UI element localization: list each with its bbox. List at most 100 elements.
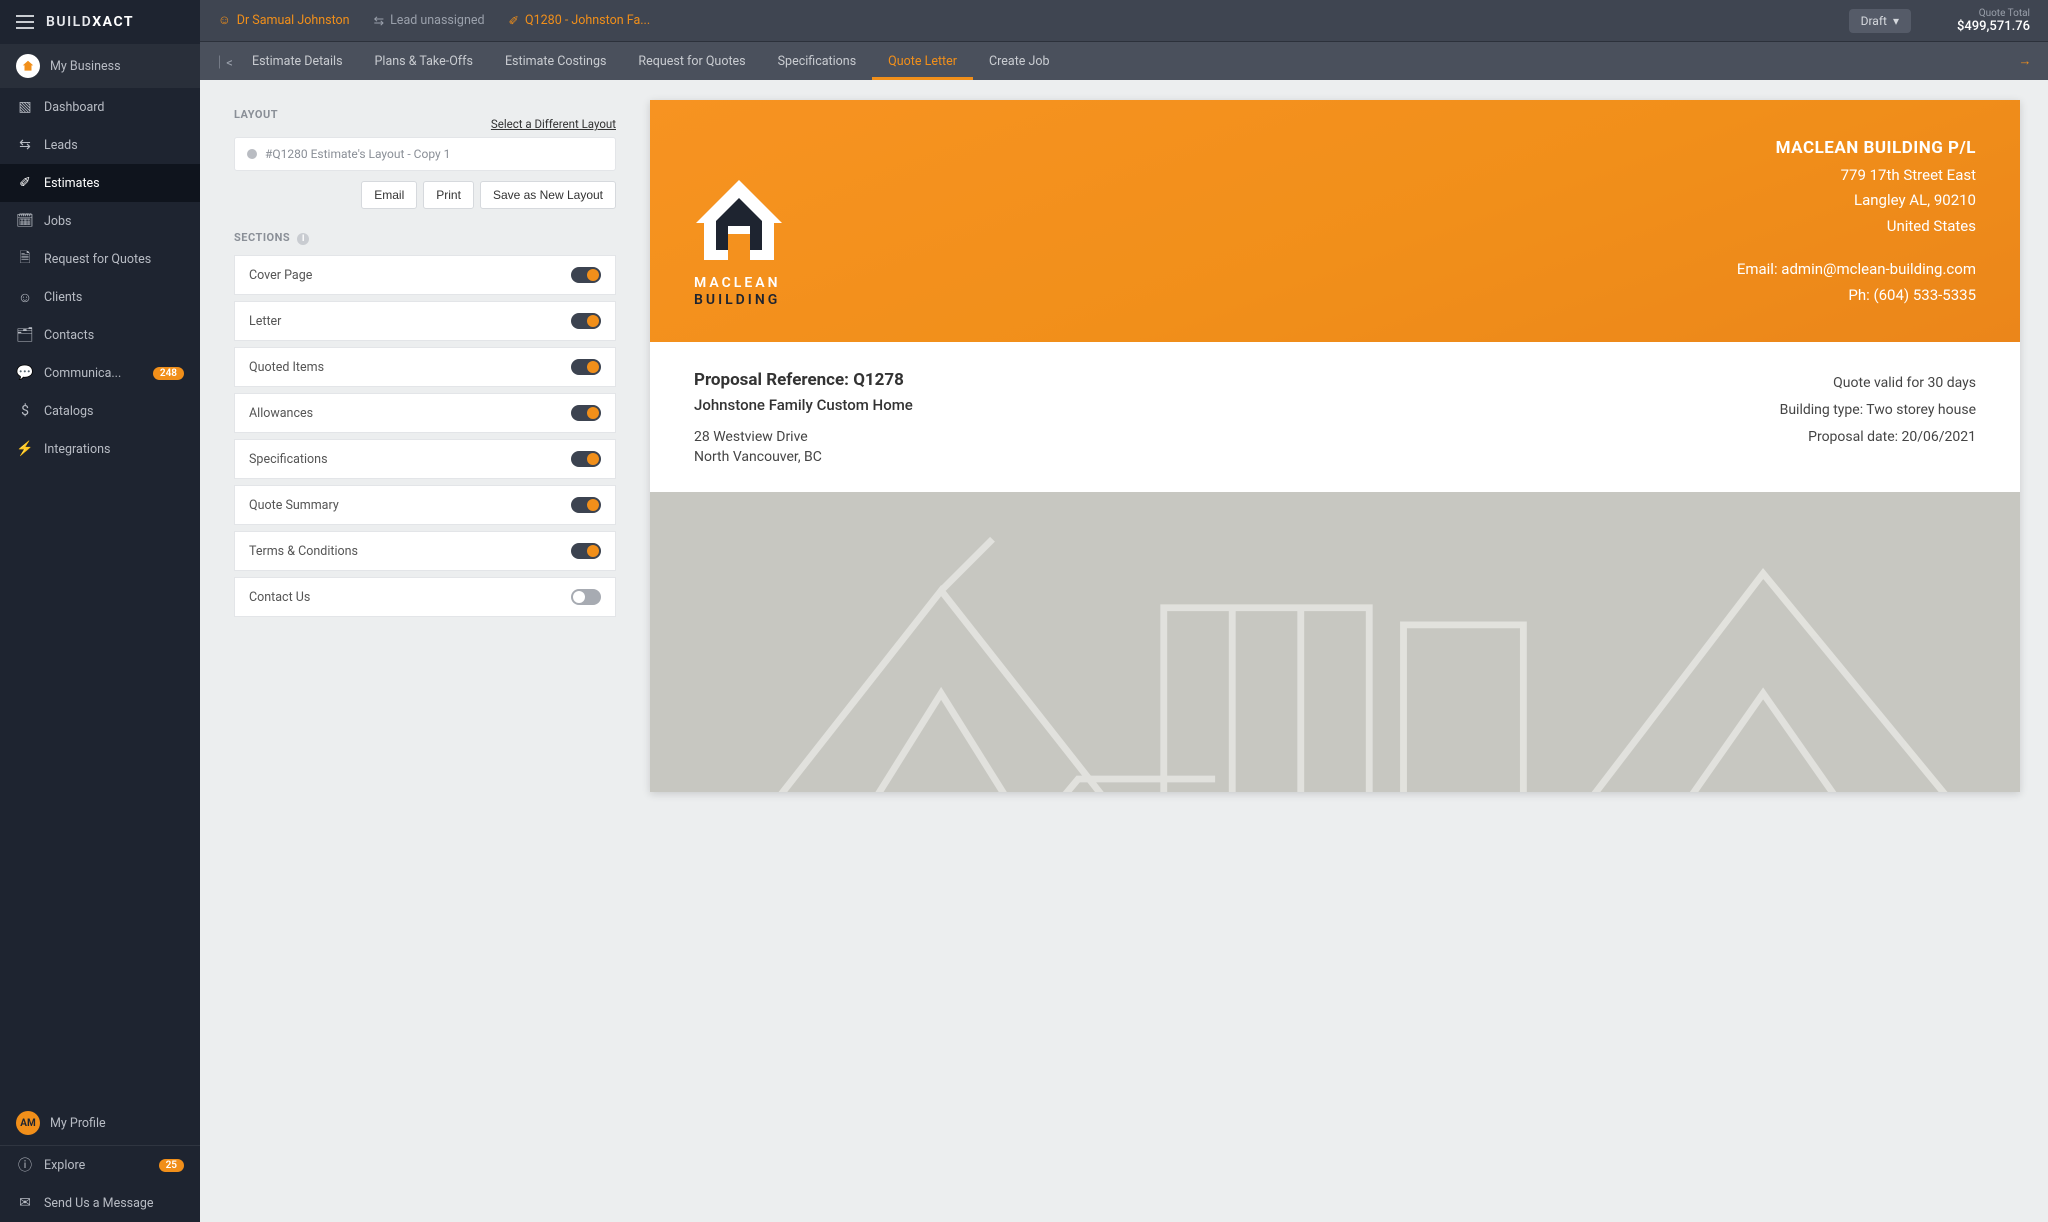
section-row[interactable]: Specifications — [234, 439, 616, 479]
tab-estimate-costings[interactable]: Estimate Costings — [489, 42, 622, 80]
section-toggle[interactable] — [571, 405, 601, 421]
section-row[interactable]: Quote Summary — [234, 485, 616, 525]
section-toggle[interactable] — [571, 589, 601, 605]
section-row[interactable]: Contact Us — [234, 577, 616, 617]
sidebar-header: BUILDXACT — [0, 0, 200, 44]
profile-avatar: AM — [16, 1111, 40, 1135]
rfq-icon: 🗎 — [16, 250, 34, 268]
section-label: Letter — [249, 314, 281, 329]
sidebar-item-label: Send Us a Message — [44, 1196, 154, 1211]
section-label: Specifications — [249, 452, 328, 467]
sidebar-item-label: Contacts — [44, 328, 94, 343]
section-toggle[interactable] — [571, 497, 601, 513]
select-different-layout-link[interactable]: Select a Different Layout — [491, 117, 616, 131]
tabstrip: ｜< Estimate Details Plans & Take-Offs Es… — [200, 42, 2048, 80]
tab-create-job[interactable]: Create Job — [973, 42, 1066, 80]
sidebar-item-label: Clients — [44, 290, 82, 305]
section-label: Terms & Conditions — [249, 544, 358, 559]
crumb-label: Dr Samual Johnston — [237, 13, 350, 28]
sidebar-item-label: My Profile — [50, 1116, 106, 1131]
layout-heading: LAYOUT — [234, 108, 278, 121]
crumb-estimate[interactable]: ✐ Q1280 - Johnston Fa... — [509, 13, 651, 29]
tab-estimate-details[interactable]: Estimate Details — [236, 42, 359, 80]
company-name: MACLEAN BUILDING P/L — [1737, 134, 1976, 163]
section-label: Contact Us — [249, 590, 310, 605]
tab-rfq[interactable]: Request for Quotes — [622, 42, 761, 80]
sidebar-item-rfq[interactable]: 🗎 Request for Quotes — [0, 240, 200, 278]
proposal-meta: Proposal Reference: Q1278 Johnstone Fami… — [650, 342, 2020, 491]
section-label: Quote Summary — [249, 498, 339, 513]
estimates-icon: ✐ — [16, 174, 34, 192]
section-row[interactable]: Letter — [234, 301, 616, 341]
crumb-lead[interactable]: ⇆ Lead unassigned — [374, 13, 485, 29]
sidebar-item-label: Request for Quotes — [44, 252, 151, 267]
save-layout-button[interactable]: Save as New Layout — [480, 181, 616, 209]
sidebar-item-label: Explore — [44, 1158, 85, 1173]
email-button[interactable]: Email — [361, 181, 417, 209]
section-row[interactable]: Quoted Items — [234, 347, 616, 387]
print-button[interactable]: Print — [423, 181, 474, 209]
house-icon — [16, 54, 40, 78]
sidebar-item-leads[interactable]: ⇆ Leads — [0, 126, 200, 164]
sections-heading-text: SECTIONS — [234, 231, 290, 244]
sidebar-item-explore[interactable]: ⓘ Explore 25 — [0, 1146, 200, 1184]
sidebar: BUILDXACT My Business ▧ Dashboard ⇆ Lead… — [0, 0, 200, 1222]
sidebar-item-profile[interactable]: AM My Profile — [0, 1101, 200, 1145]
sidebar-item-message[interactable]: ✉ Send Us a Message — [0, 1184, 200, 1222]
sidebar-item-label: Dashboard — [44, 100, 104, 115]
quote-total: Quote Total $499,571.76 — [1957, 8, 2030, 34]
sidebar-item-clients[interactable]: ☺ Clients — [0, 278, 200, 316]
brand-logo: BUILDXACT — [46, 14, 134, 30]
sidebar-item-communications[interactable]: 💬 Communica... 248 — [0, 354, 200, 392]
section-toggle[interactable] — [571, 267, 601, 283]
company-details: MACLEAN BUILDING P/L 779 17th Street Eas… — [1737, 134, 1976, 308]
sidebar-item-label: Jobs — [44, 214, 72, 229]
sidebar-item-label: My Business — [50, 59, 121, 74]
logo-block: MACLEAN BUILDING — [694, 134, 784, 308]
section-label: Allowances — [249, 406, 313, 421]
tab-quote-letter[interactable]: Quote Letter — [872, 42, 973, 80]
tabs-scroll-left[interactable]: ｜< — [210, 42, 236, 80]
cover-header: MACLEAN BUILDING MACLEAN BUILDING P/L 77… — [650, 100, 2020, 342]
topbar: ☺ Dr Samual Johnston ⇆ Lead unassigned ✐… — [200, 0, 2048, 42]
person-icon: ☺ — [218, 13, 231, 28]
sidebar-item-contacts[interactable]: 🗂 Contacts — [0, 316, 200, 354]
company-logo-icon — [694, 180, 784, 265]
brand-part-1: BUILD — [46, 14, 92, 30]
section-row[interactable]: Cover Page — [234, 255, 616, 295]
chevron-down-icon: ▾ — [1893, 14, 1899, 28]
info-icon[interactable]: i — [297, 233, 309, 245]
tab-plans-takeoffs[interactable]: Plans & Take-Offs — [359, 42, 489, 80]
tabs-scroll-right[interactable]: → — [2012, 42, 2038, 80]
plug-icon: ⚡ — [16, 440, 34, 458]
hamburger-icon[interactable] — [16, 15, 34, 29]
sidebar-item-estimates[interactable]: ✐ Estimates — [0, 164, 200, 202]
clients-icon: ☺ — [16, 288, 34, 306]
sidebar-item-catalogs[interactable]: $ Catalogs — [0, 392, 200, 430]
document: MACLEAN BUILDING MACLEAN BUILDING P/L 77… — [650, 100, 2020, 792]
crumb-client[interactable]: ☺ Dr Samual Johnston — [218, 13, 350, 28]
company-email: Email: admin@mclean-building.com — [1737, 257, 1976, 283]
company-phone: Ph: (604) 533-5335 — [1737, 283, 1976, 309]
sidebar-item-integrations[interactable]: ⚡ Integrations — [0, 430, 200, 468]
main-content: ☺ Dr Samual Johnston ⇆ Lead unassigned ✐… — [200, 0, 2048, 1222]
tab-specifications[interactable]: Specifications — [762, 42, 873, 80]
section-row[interactable]: Allowances — [234, 393, 616, 433]
section-toggle[interactable] — [571, 543, 601, 559]
status-dropdown[interactable]: Draft ▾ — [1849, 9, 1911, 33]
section-toggle[interactable] — [571, 313, 601, 329]
logo-line-1: MACLEAN — [694, 275, 784, 292]
sidebar-item-jobs[interactable]: 🗓 Jobs — [0, 202, 200, 240]
sidebar-item-dashboard[interactable]: ▧ Dashboard — [0, 88, 200, 126]
company-address-2: Langley AL, 90210 — [1737, 188, 1976, 214]
brand-part-2: XACT — [92, 14, 134, 30]
info-icon: ⓘ — [16, 1156, 34, 1174]
current-layout-name: #Q1280 Estimate's Layout - Copy 1 — [265, 147, 450, 161]
section-row[interactable]: Terms & Conditions — [234, 531, 616, 571]
section-toggle[interactable] — [571, 451, 601, 467]
current-layout-select[interactable]: #Q1280 Estimate's Layout - Copy 1 — [234, 137, 616, 171]
sidebar-item-label: Integrations — [44, 442, 110, 457]
sidebar-item-my-business[interactable]: My Business — [0, 44, 200, 88]
section-toggle[interactable] — [571, 359, 601, 375]
section-label: Quoted Items — [249, 360, 324, 375]
